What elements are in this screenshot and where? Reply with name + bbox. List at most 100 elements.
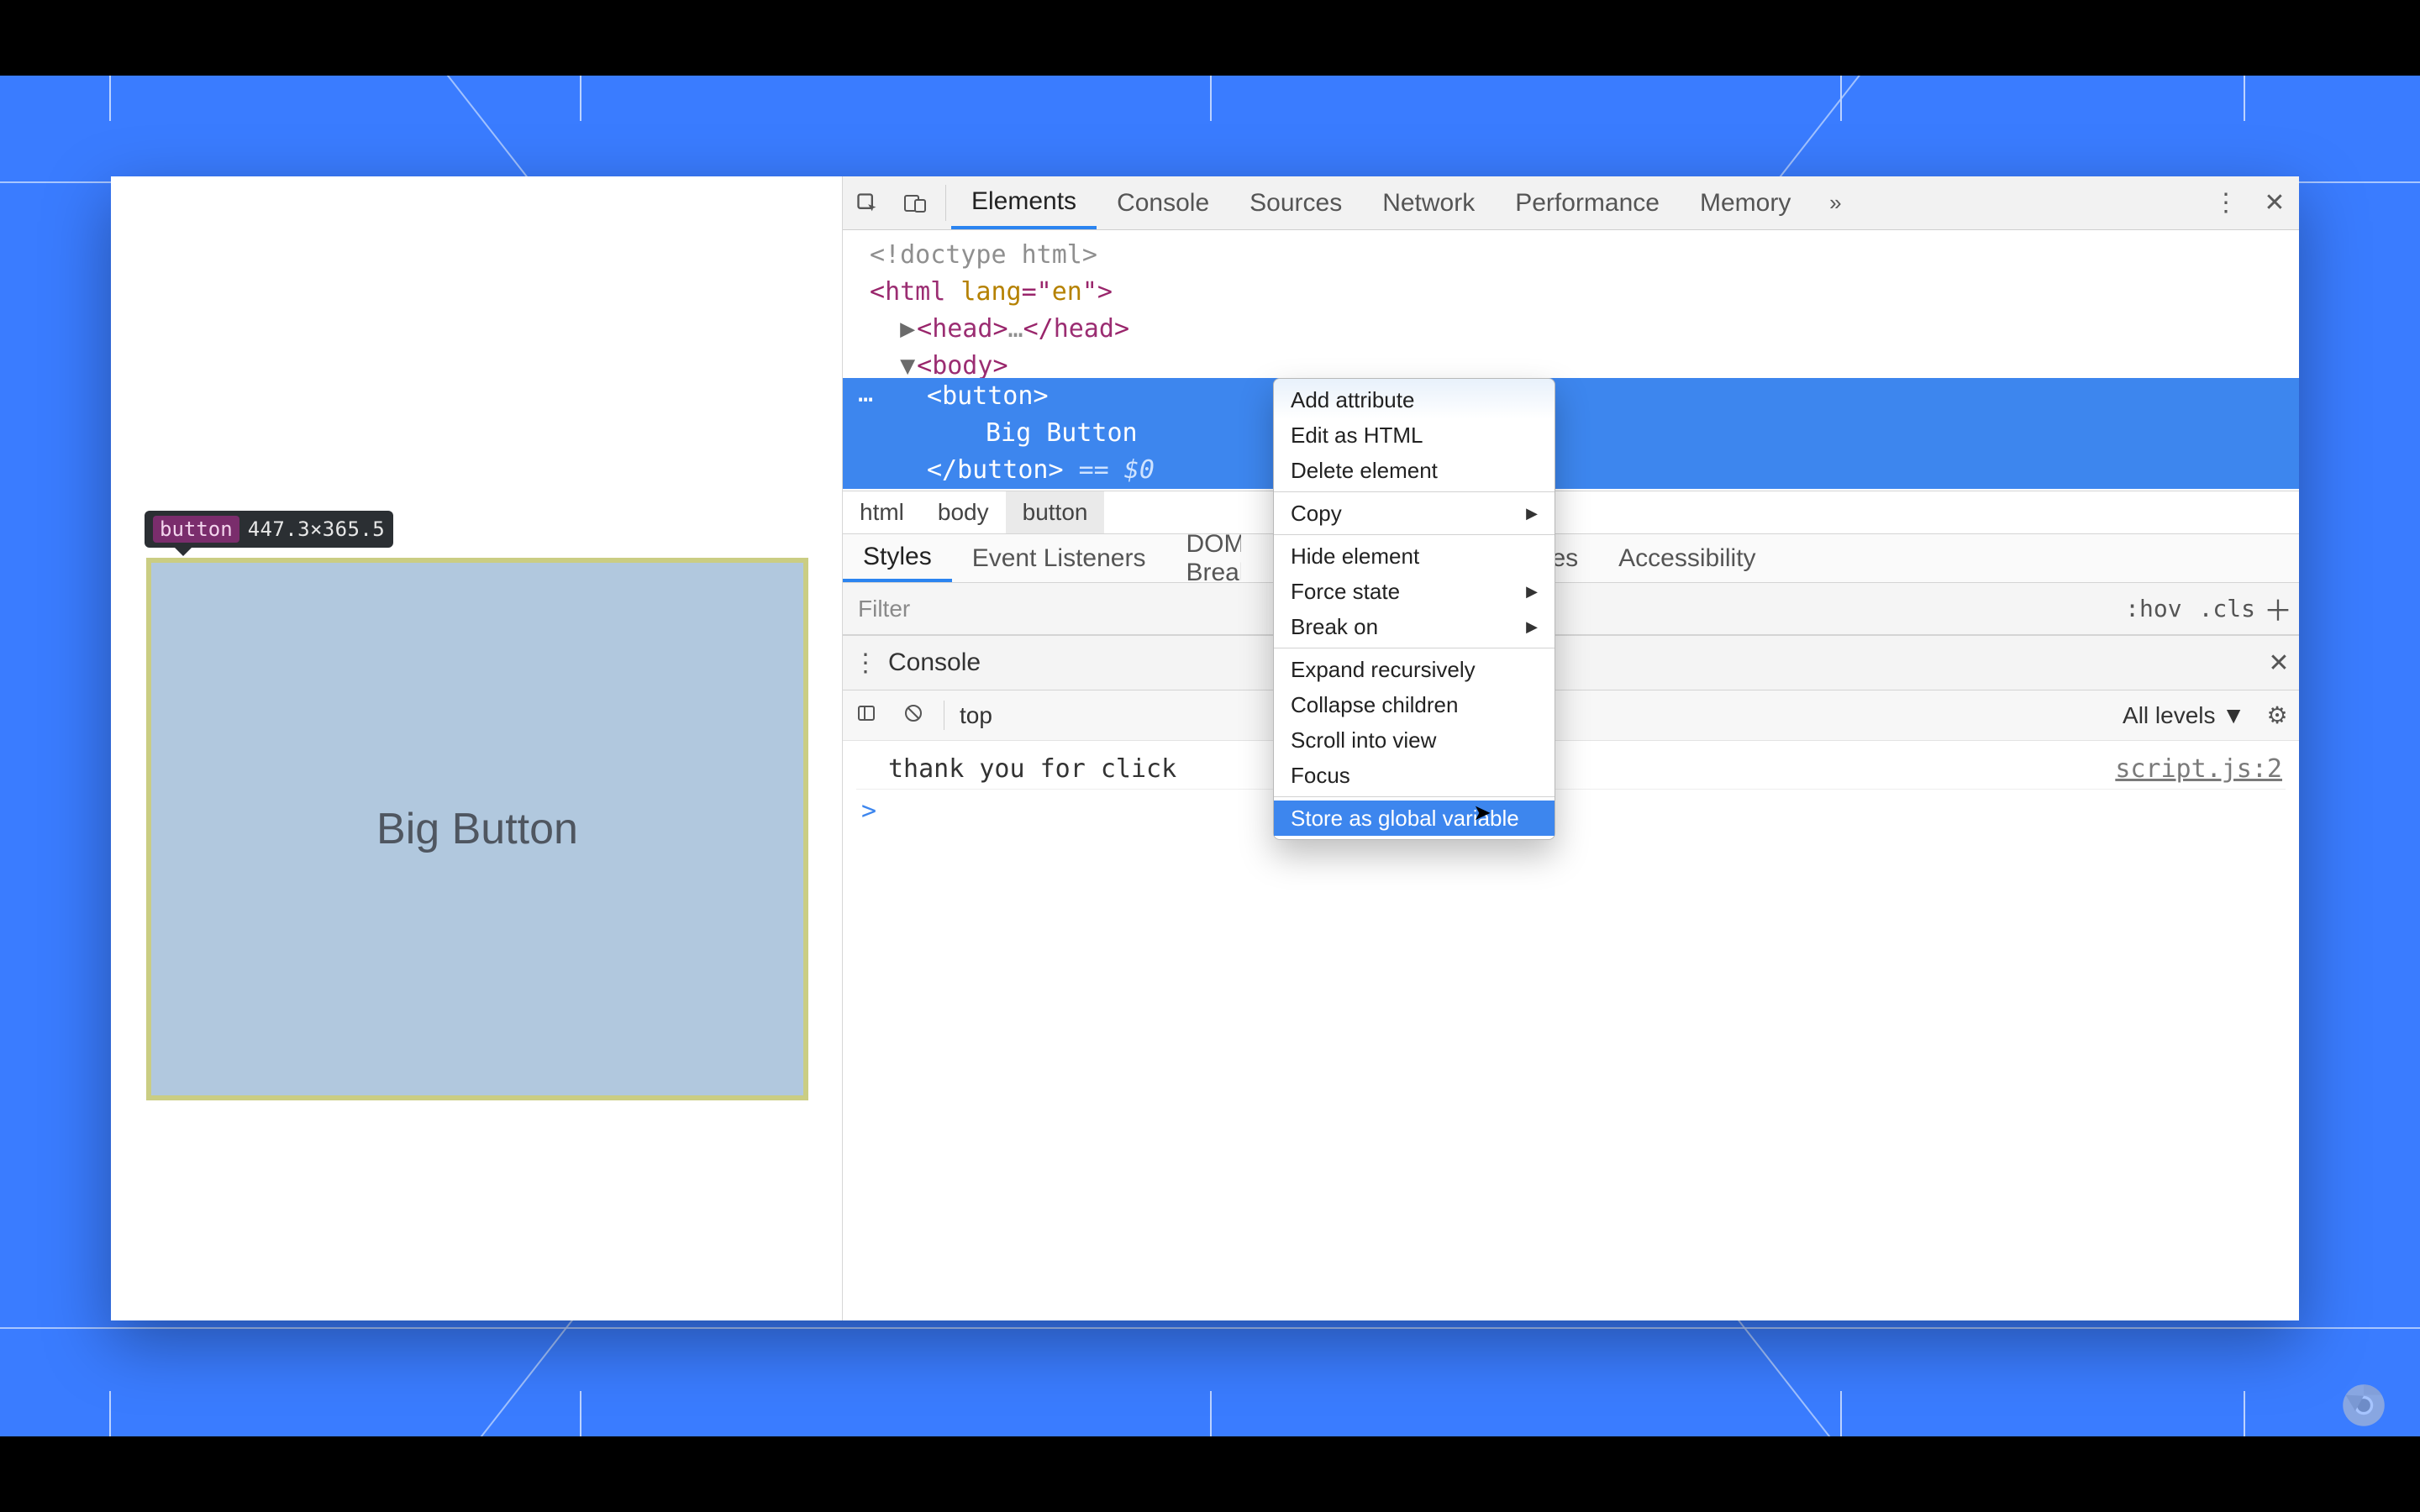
menu-item-label: Focus [1291,761,1350,790]
menu-separator [1274,796,1555,797]
devtools-panel: Elements Console Sources Network Perform… [842,176,2299,1320]
subtab-event-listeners[interactable]: Event Listeners [952,534,1166,582]
menu-item-label: Edit as HTML [1291,421,1423,449]
tab-console[interactable]: Console [1097,176,1229,229]
device-toolbar-icon[interactable] [892,176,940,229]
menu-item-add-attribute[interactable]: Add attribute [1274,382,1555,417]
mouse-cursor-icon: ➤ [1473,800,1491,826]
menu-item-copy[interactable]: Copy ▶ [1274,496,1555,531]
guide-tick [580,1391,581,1436]
guide-line [0,1327,2420,1329]
big-button-label: Big Button [376,804,578,854]
submenu-arrow-icon: ▶ [1526,612,1538,641]
subtab-styles[interactable]: Styles [843,534,952,582]
elements-dom-tree[interactable]: <!doctype html> <html lang="en"> ▶<head>… [843,230,2299,491]
dom-sel-text: Big Button [843,415,2299,452]
drawer-title[interactable]: Console [888,648,994,677]
drawer-kebab-icon[interactable]: ⋮ [843,648,888,678]
console-log-source[interactable]: script.js:2 [2115,754,2282,784]
kebab-menu-icon[interactable]: ⋮ [2202,176,2250,229]
guide-tick [2244,76,2245,121]
menu-separator [1274,491,1555,492]
elements-subtabs: Styles Event Listeners DOM Breakpoints r… [843,534,2299,583]
guide-tick [1840,1391,1842,1436]
console-log-levels[interactable]: All levels ▼ [2112,702,2255,729]
submenu-arrow-icon: ▶ [1526,577,1538,606]
tab-elements[interactable]: Elements [951,176,1097,229]
separator [945,185,946,221]
menu-item-break-on[interactable]: Break on ▶ [1274,609,1555,644]
more-tabs-icon[interactable]: » [1811,176,1860,229]
tab-performance[interactable]: Performance [1495,176,1680,229]
browser-window: button 447.3×365.5 Big Button [111,176,2299,1320]
inspect-tooltip-dimensions: 447.3×365.5 [248,517,385,541]
new-style-rule-icon[interactable]: ＋ [2264,588,2299,629]
inspect-tooltip-tag: button [153,516,239,543]
console-log-text: thank you for click [860,754,1176,784]
dom-doctype: <!doctype html> [870,240,1097,270]
console-log-line: thank you for click script.js:2 [856,749,2286,790]
toggle-sidebar-icon[interactable] [843,702,890,729]
toggle-hov[interactable]: :hov [2117,595,2190,622]
guide-tick [109,76,111,121]
console-body[interactable]: thank you for click script.js:2 > [843,741,2299,1320]
guide-diag [443,1319,573,1436]
menu-item-expand-recursively[interactable]: Expand recursively [1274,652,1555,687]
guide-tick [109,1391,111,1436]
menu-item-label: Break on [1291,612,1378,641]
subtab-accessibility[interactable]: Accessibility [1598,534,1776,582]
guide-tick [580,76,581,121]
menu-item-store-as-global-variable[interactable]: Store as global variable [1274,801,1555,836]
menu-item-focus[interactable]: Focus [1274,758,1555,793]
element-context-menu[interactable]: Add attribute Edit as HTML Delete element C… [1273,378,1555,840]
menu-item-label: Delete element [1291,456,1438,485]
menu-separator [1274,534,1555,535]
tab-memory[interactable]: Memory [1680,176,1811,229]
menu-item-label: Hide element [1291,542,1419,570]
crumb-body[interactable]: body [921,491,1006,533]
page-big-button[interactable]: Big Button [146,558,808,1100]
close-devtools-icon[interactable]: ✕ [2250,176,2299,229]
console-drawer-header: ⋮ Console ✕ [843,635,2299,690]
menu-item-hide-element[interactable]: Hide element [1274,538,1555,574]
presentation-stage: button 447.3×365.5 Big Button [0,76,2420,1436]
console-context-selector[interactable]: top [951,702,1001,729]
menu-item-label: Force state [1291,577,1400,606]
menu-item-collapse-children[interactable]: Collapse children [1274,687,1555,722]
dom-sel-close: </button> == $0 [843,452,2299,489]
console-toolbar: top All levels ▼ ⚙ [843,690,2299,741]
chrome-logo-icon [2341,1383,2386,1428]
crumb-html[interactable]: html [843,491,921,533]
menu-item-label: Scroll into view [1291,726,1436,754]
menu-item-label: Add attribute [1291,386,1414,414]
guide-tick [1210,76,1212,121]
guide-tick [1210,1391,1212,1436]
inspect-tooltip: button 447.3×365.5 [145,511,393,548]
menu-item-edit-as-html[interactable]: Edit as HTML [1274,417,1555,453]
rendered-page-viewport: button 447.3×365.5 Big Button [111,176,842,1320]
tab-network[interactable]: Network [1362,176,1495,229]
console-settings-icon[interactable]: ⚙ [2255,701,2299,729]
close-drawer-icon[interactable]: ✕ [2259,648,2299,678]
menu-item-force-state[interactable]: Force state ▶ [1274,574,1555,609]
menu-item-label: Collapse children [1291,690,1458,719]
clear-console-icon[interactable] [890,702,937,729]
dom-sel-open: <button> [843,378,2299,415]
inspect-element-icon[interactable] [843,176,892,229]
crumb-button[interactable]: button [1006,491,1105,533]
console-prompt[interactable]: > [856,790,2286,832]
dom-selected-node[interactable]: ⋯ <button> Big Button </button> == $0 [843,378,2299,489]
tab-sources[interactable]: Sources [1229,176,1362,229]
menu-item-scroll-into-view[interactable]: Scroll into view [1274,722,1555,758]
styles-filter-row: Filter :hov .cls ＋ [843,583,2299,635]
guide-tick [2244,1391,2245,1436]
toggle-cls[interactable]: .cls [2191,595,2264,622]
dom-breadcrumbs: html body button [843,491,2299,534]
devtools-tabbar: Elements Console Sources Network Perform… [843,176,2299,230]
submenu-arrow-icon: ▶ [1526,499,1538,528]
subtab-dom-breakpoints[interactable]: DOM Breakpoints [1165,534,1241,582]
guide-diag [1737,1319,1867,1436]
menu-item-delete-element[interactable]: Delete element [1274,453,1555,488]
menu-item-label: Expand recursively [1291,655,1476,684]
menu-item-label: Copy [1291,499,1342,528]
